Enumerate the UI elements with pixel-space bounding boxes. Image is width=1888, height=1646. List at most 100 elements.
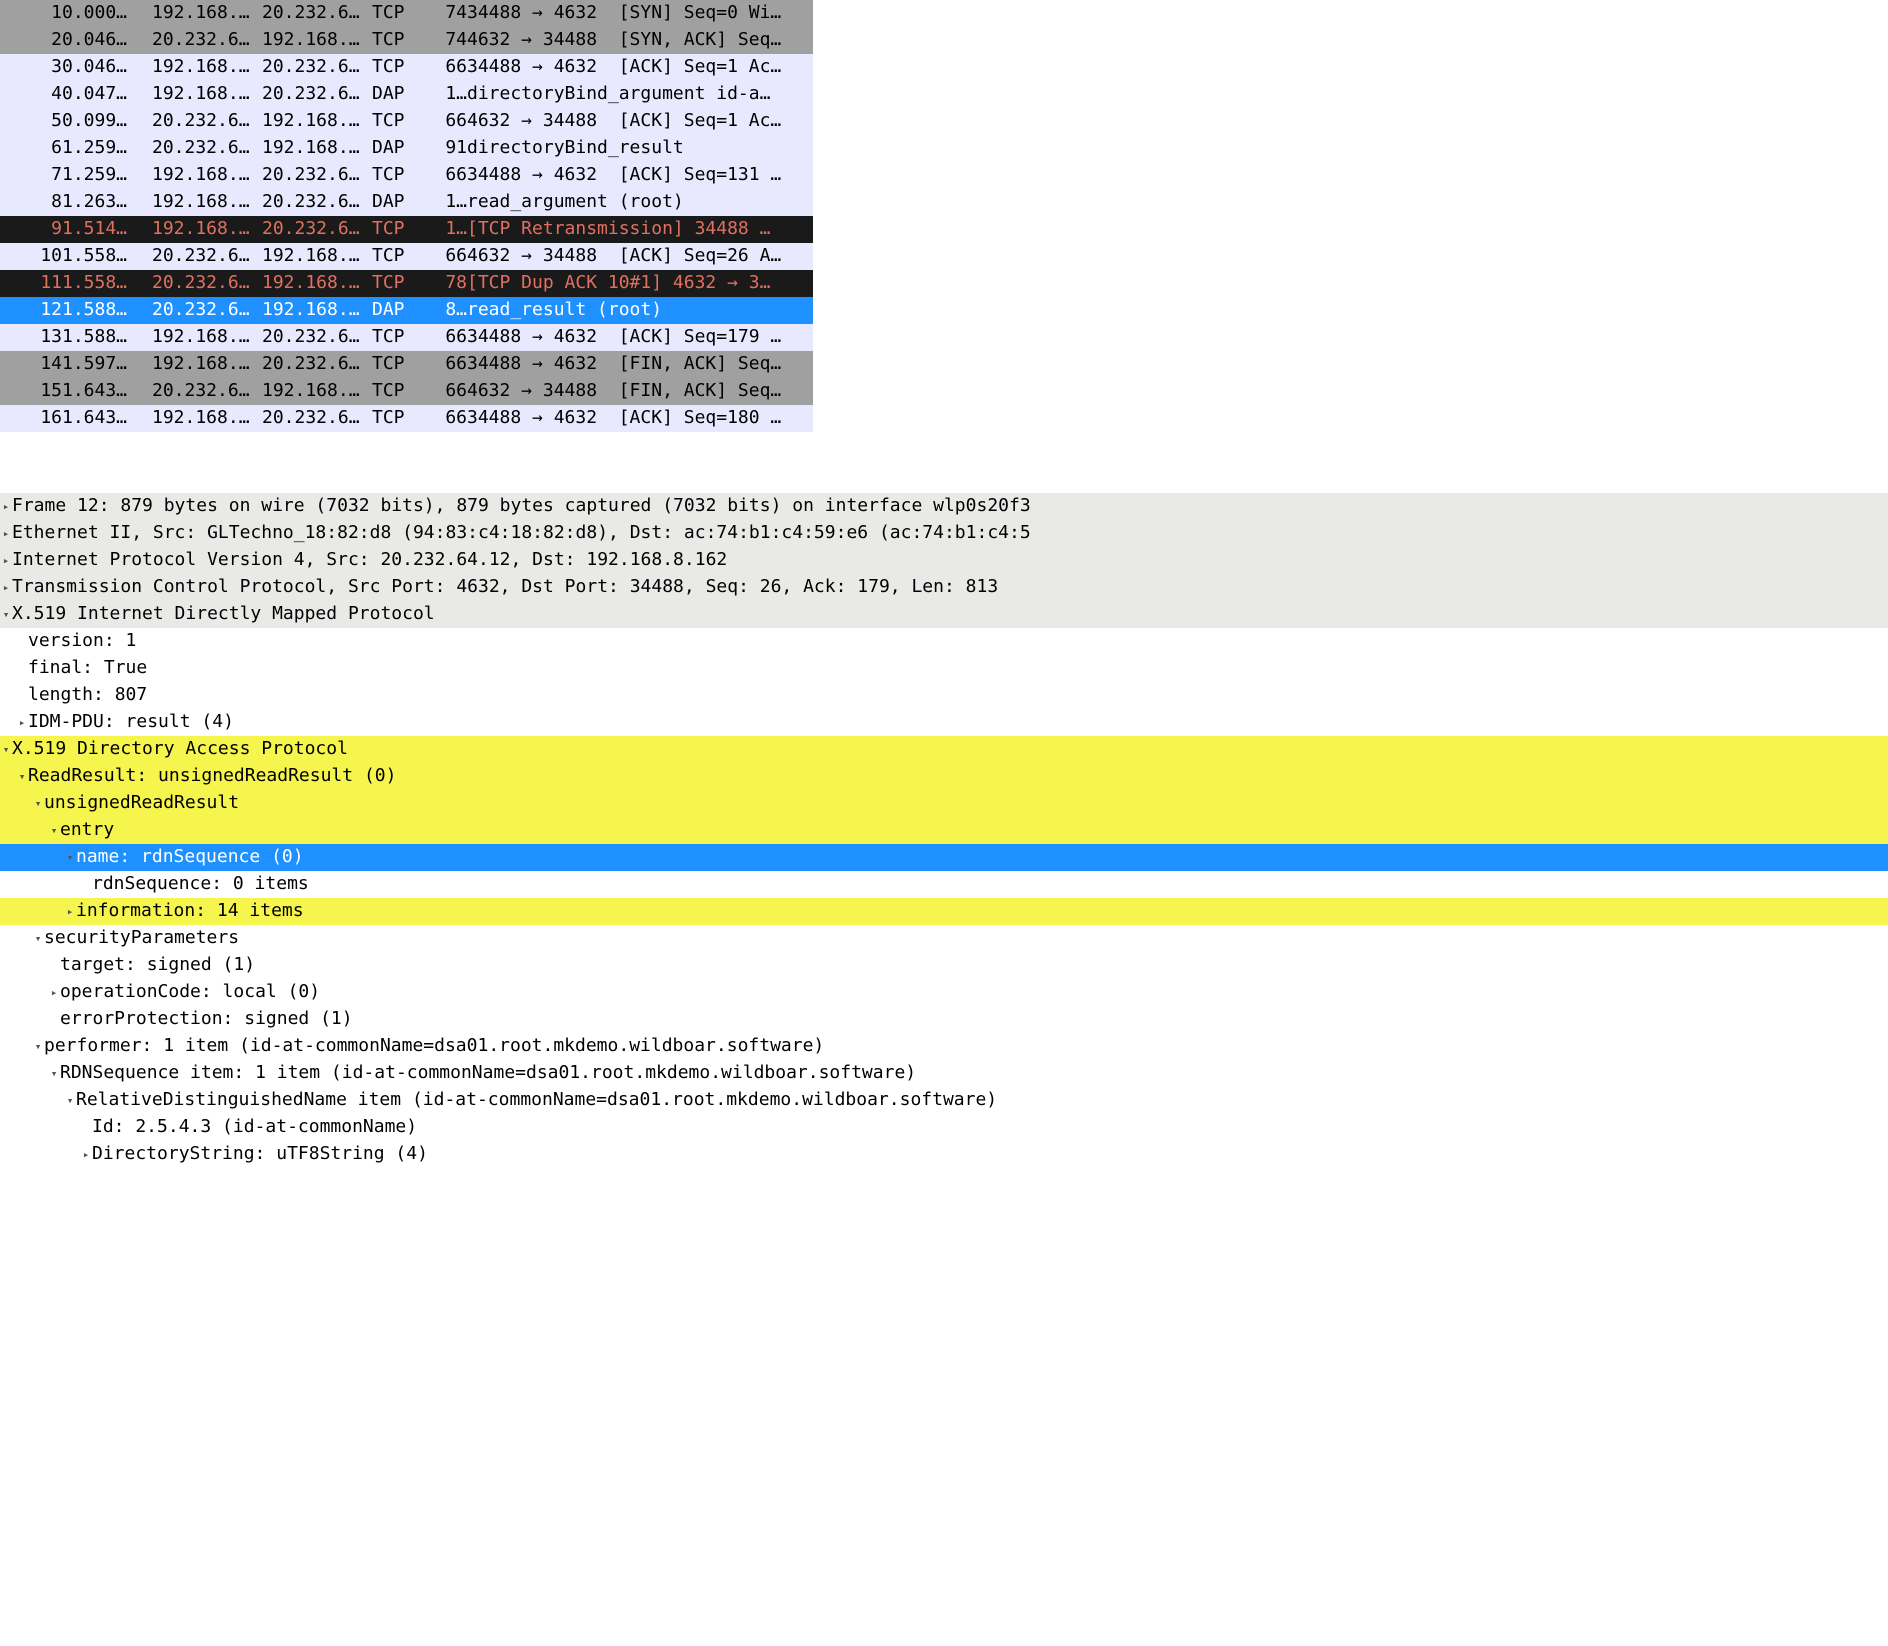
packet-row[interactable]: 9 1.514… 192.168.… 20.232.6… TCP 1… [TCP…: [0, 216, 813, 243]
tree-row[interactable]: ▾name: rdnSequence (0): [0, 844, 1888, 871]
packet-len: 66: [427, 162, 467, 188]
packet-src: 192.168.…: [152, 324, 262, 350]
tree-row[interactable]: ▾RDNSequence item: 1 item (id-at-commonN…: [0, 1060, 1888, 1087]
tree-row[interactable]: ▸operationCode: local (0): [0, 979, 1888, 1006]
packet-row[interactable]: 14 1.597… 192.168.… 20.232.6… TCP 66 344…: [0, 351, 813, 378]
tree-label: errorProtection: signed (1): [60, 1006, 1888, 1032]
tree-label: length: 807: [28, 682, 1888, 708]
packet-no: 6: [18, 135, 62, 161]
tree-label: Internet Protocol Version 4, Src: 20.232…: [12, 547, 1888, 573]
packet-row[interactable]: 11 1.558… 20.232.6… 192.168.… TCP 78 [TC…: [0, 270, 813, 297]
tree-expand-icon[interactable]: ▾: [48, 823, 60, 839]
tree-collapse-icon[interactable]: ▸: [64, 904, 76, 920]
packet-time: 1.263…: [62, 189, 152, 215]
packet-list[interactable]: 1 0.000… 192.168.… 20.232.6… TCP 74 3448…: [0, 0, 813, 433]
tree-label: RelativeDistinguishedName item (id-at-co…: [76, 1087, 1888, 1113]
packet-row[interactable]: 4 0.047… 192.168.… 20.232.6… DAP 1… dire…: [0, 81, 813, 108]
packet-src: 20.232.6…: [152, 135, 262, 161]
packet-dst: 20.232.6…: [262, 81, 372, 107]
tree-expand-icon[interactable]: ▾: [64, 850, 76, 866]
packet-src: 192.168.…: [152, 54, 262, 80]
packet-details-tree[interactable]: ▸Frame 12: 879 bytes on wire (7032 bits)…: [0, 493, 1888, 1168]
tree-collapse-icon[interactable]: ▸: [16, 715, 28, 731]
packet-row[interactable]: 6 1.259… 20.232.6… 192.168.… DAP 91 dire…: [0, 135, 813, 162]
packet-row[interactable]: 13 1.588… 192.168.… 20.232.6… TCP 66 344…: [0, 324, 813, 351]
tree-label: operationCode: local (0): [60, 979, 1888, 1005]
packet-info: 4632 → 34488 [FIN, ACK] Seq…: [467, 378, 813, 404]
tree-expand-icon[interactable]: ▾: [64, 1093, 76, 1109]
tree-collapse-icon[interactable]: ▸: [80, 1147, 92, 1163]
tree-row[interactable]: ▸DirectoryString: uTF8String (4): [0, 1141, 1888, 1168]
tree-row[interactable]: version: 1: [0, 628, 1888, 655]
packet-len: 1…: [427, 216, 467, 242]
packet-proto: TCP: [372, 162, 427, 188]
tree-expand-icon[interactable]: ▾: [48, 1066, 60, 1082]
tree-expand-icon[interactable]: ▾: [0, 742, 12, 758]
packet-dst: 192.168.…: [262, 297, 372, 323]
tree-row[interactable]: ▾unsignedReadResult: [0, 790, 1888, 817]
tree-collapse-icon[interactable]: ▸: [0, 526, 12, 542]
packet-src: 20.232.6…: [152, 27, 262, 53]
tree-expand-icon[interactable]: ▾: [32, 931, 44, 947]
tree-row[interactable]: ▸IDM-PDU: result (4): [0, 709, 1888, 736]
packet-row[interactable]: 15 1.643… 20.232.6… 192.168.… TCP 66 463…: [0, 378, 813, 405]
tree-row[interactable]: ▸Transmission Control Protocol, Src Port…: [0, 574, 1888, 601]
packet-row[interactable]: 2 0.046… 20.232.6… 192.168.… TCP 74 4632…: [0, 27, 813, 54]
packet-row[interactable]: 16 1.643… 192.168.… 20.232.6… TCP 66 344…: [0, 405, 813, 432]
packet-row[interactable]: 7 1.259… 192.168.… 20.232.6… TCP 66 3448…: [0, 162, 813, 189]
packet-info: [TCP Retransmission] 34488 …: [467, 216, 813, 242]
tree-no-icon: [80, 877, 92, 893]
tree-row[interactable]: ▾securityParameters: [0, 925, 1888, 952]
tree-collapse-icon[interactable]: ▸: [0, 499, 12, 515]
packet-time: 0.000…: [62, 0, 152, 26]
tree-row[interactable]: ▾X.519 Internet Directly Mapped Protocol: [0, 601, 1888, 628]
tree-expand-icon[interactable]: ▾: [32, 796, 44, 812]
packet-len: 66: [427, 324, 467, 350]
tree-row[interactable]: Id: 2.5.4.3 (id-at-commonName): [0, 1114, 1888, 1141]
tree-label: X.519 Internet Directly Mapped Protocol: [12, 601, 1888, 627]
packet-no: 5: [18, 108, 62, 134]
packet-len: 8…: [427, 297, 467, 323]
tree-row[interactable]: errorProtection: signed (1): [0, 1006, 1888, 1033]
packet-row[interactable]: 8 1.263… 192.168.… 20.232.6… DAP 1… read…: [0, 189, 813, 216]
packet-proto: DAP: [372, 135, 427, 161]
tree-row[interactable]: ▸Frame 12: 879 bytes on wire (7032 bits)…: [0, 493, 1888, 520]
packet-src: 20.232.6…: [152, 378, 262, 404]
packet-src: 20.232.6…: [152, 270, 262, 296]
packet-dst: 20.232.6…: [262, 324, 372, 350]
tree-collapse-icon[interactable]: ▸: [48, 985, 60, 1001]
packet-info: 34488 → 4632 [FIN, ACK] Seq…: [467, 351, 813, 377]
tree-row[interactable]: ▾RelativeDistinguishedName item (id-at-c…: [0, 1087, 1888, 1114]
packet-dst: 20.232.6…: [262, 216, 372, 242]
packet-row[interactable]: 12 1.588… 20.232.6… 192.168.… DAP 8… rea…: [0, 297, 813, 324]
tree-row[interactable]: ▾entry: [0, 817, 1888, 844]
tree-row[interactable]: target: signed (1): [0, 952, 1888, 979]
tree-row[interactable]: ▸information: 14 items: [0, 898, 1888, 925]
packet-src: 20.232.6…: [152, 243, 262, 269]
tree-row[interactable]: rdnSequence: 0 items: [0, 871, 1888, 898]
tree-row[interactable]: ▸Ethernet II, Src: GLTechno_18:82:d8 (94…: [0, 520, 1888, 547]
tree-row[interactable]: ▾ReadResult: unsignedReadResult (0): [0, 763, 1888, 790]
packet-len: 66: [427, 405, 467, 431]
packet-row[interactable]: 3 0.046… 192.168.… 20.232.6… TCP 66 3448…: [0, 54, 813, 81]
tree-row[interactable]: ▾performer: 1 item (id-at-commonName=dsa…: [0, 1033, 1888, 1060]
tree-expand-icon[interactable]: ▾: [0, 607, 12, 623]
packet-dst: 192.168.…: [262, 270, 372, 296]
packet-proto: TCP: [372, 0, 427, 26]
packet-row[interactable]: 1 0.000… 192.168.… 20.232.6… TCP 74 3448…: [0, 0, 813, 27]
tree-row[interactable]: ▸Internet Protocol Version 4, Src: 20.23…: [0, 547, 1888, 574]
tree-expand-icon[interactable]: ▾: [16, 769, 28, 785]
packet-no: 14: [18, 351, 62, 377]
tree-row[interactable]: length: 807: [0, 682, 1888, 709]
packet-no: 10: [18, 243, 62, 269]
tree-row[interactable]: ▾X.519 Directory Access Protocol: [0, 736, 1888, 763]
tree-collapse-icon[interactable]: ▸: [0, 553, 12, 569]
packet-no: 1: [18, 0, 62, 26]
tree-collapse-icon[interactable]: ▸: [0, 580, 12, 596]
tree-row[interactable]: final: True: [0, 655, 1888, 682]
packet-row[interactable]: 5 0.099… 20.232.6… 192.168.… TCP 66 4632…: [0, 108, 813, 135]
tree-no-icon: [16, 661, 28, 677]
packet-time: 0.046…: [62, 54, 152, 80]
tree-expand-icon[interactable]: ▾: [32, 1039, 44, 1055]
packet-row[interactable]: 10 1.558… 20.232.6… 192.168.… TCP 66 463…: [0, 243, 813, 270]
